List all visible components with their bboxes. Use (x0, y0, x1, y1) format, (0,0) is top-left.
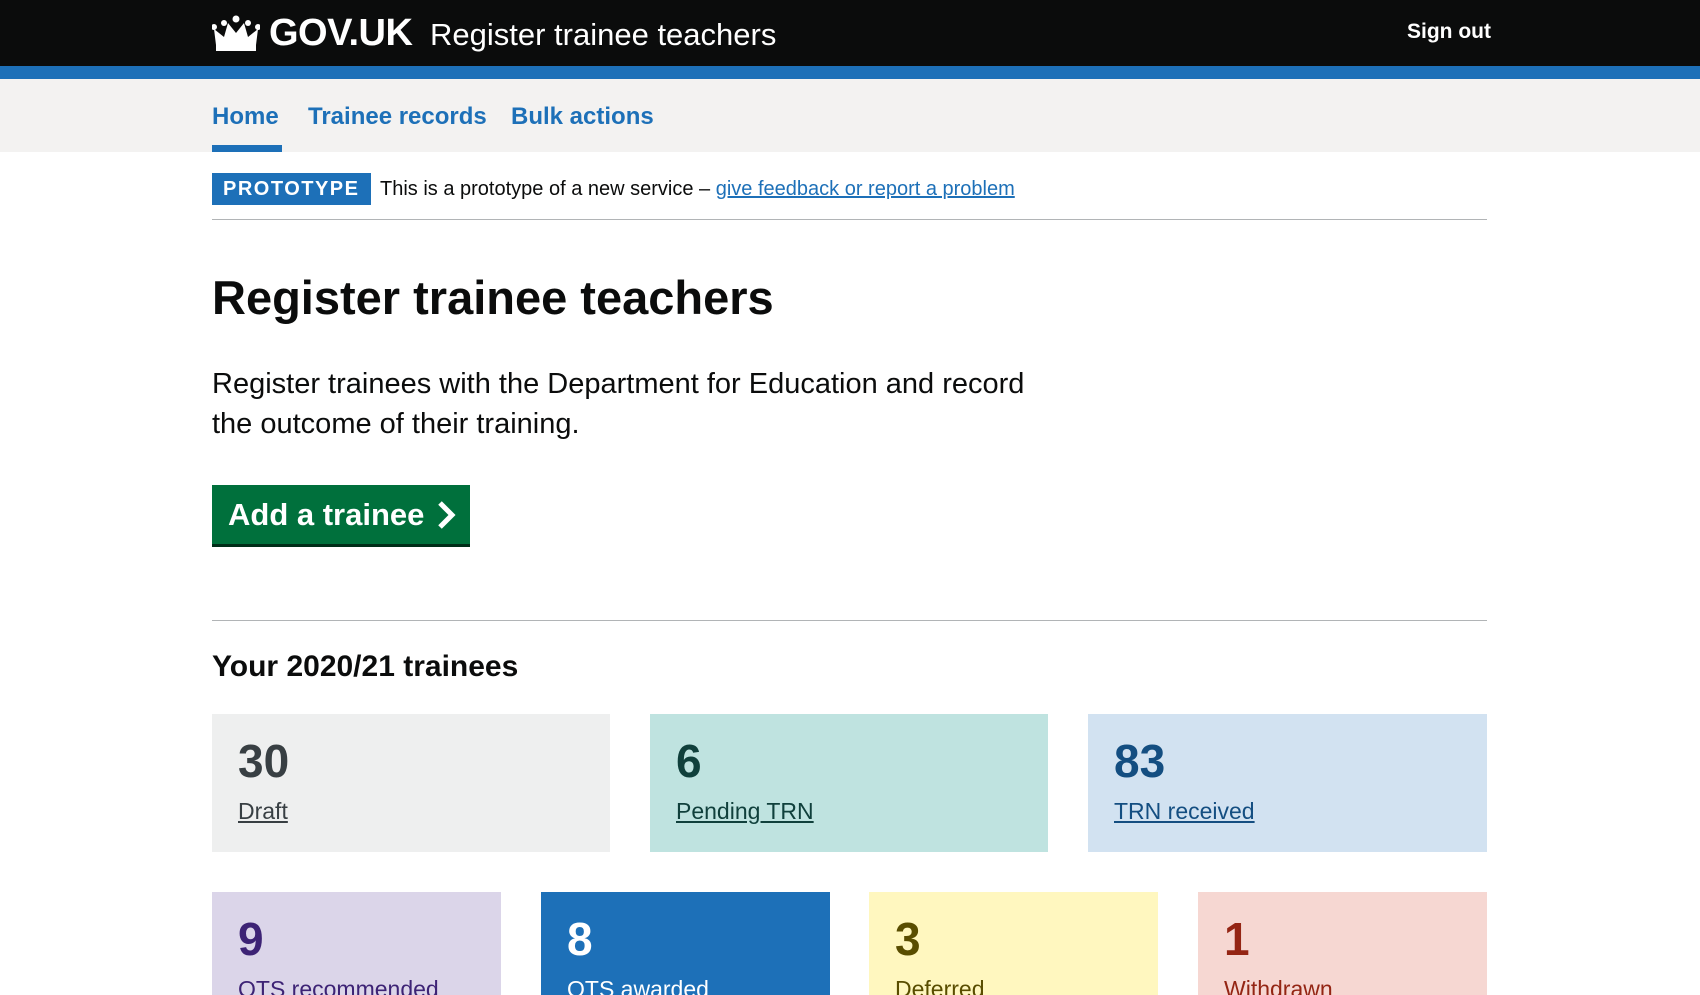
add-trainee-label: Add a trainee (228, 496, 425, 532)
status-card-withdrawn[interactable]: 1 Withdrawn (1198, 892, 1487, 995)
card-label[interactable]: Draft (238, 798, 288, 825)
govuk-logo[interactable]: GOV.UK (212, 12, 413, 55)
card-label[interactable]: QTS recommended (238, 976, 439, 995)
card-label[interactable]: Deferred (895, 976, 984, 995)
feedback-link[interactable]: give feedback or report a problem (716, 178, 1015, 200)
page-title: Register trainee teachers (212, 271, 774, 324)
section-break (212, 620, 1487, 621)
sign-out-link[interactable]: Sign out (1407, 20, 1491, 44)
card-count: 1 (1224, 913, 1250, 965)
card-label[interactable]: Withdrawn (1224, 976, 1333, 995)
nav-item-home[interactable]: Home (212, 103, 279, 131)
card-count: 83 (1114, 735, 1166, 787)
card-count: 3 (895, 913, 921, 965)
card-label[interactable]: Pending TRN (676, 798, 814, 825)
primary-navigation: Home Trainee records Bulk actions (0, 79, 1700, 152)
nav-item-bulk-actions[interactable]: Bulk actions (511, 103, 654, 131)
header: GOV.UK Register trainee teachers Sign ou… (0, 0, 1700, 66)
phase-tag: PROTOTYPE (212, 173, 371, 205)
nav-active-indicator (212, 145, 282, 152)
phase-message: This is a prototype of a new service – (380, 178, 716, 200)
card-count: 8 (567, 913, 593, 965)
phase-text: This is a prototype of a new service – g… (380, 178, 1015, 201)
section-title: Your 2020/21 trainees (212, 650, 519, 683)
card-count: 30 (238, 735, 290, 787)
status-card-qts-recommended[interactable]: 9 QTS recommended (212, 892, 501, 995)
nav-item-trainee-records[interactable]: Trainee records (308, 103, 487, 131)
crown-icon (212, 15, 260, 51)
lead-paragraph: Register trainees with the Department fo… (212, 368, 1025, 440)
header-blue-bar (0, 66, 1700, 79)
logo-text: GOV.UK (269, 12, 413, 54)
card-count: 6 (676, 735, 702, 787)
status-card-trn-received[interactable]: 83 TRN received (1088, 714, 1487, 852)
status-card-deferred[interactable]: 3 Deferred (869, 892, 1158, 995)
card-label[interactable]: TRN received (1114, 798, 1255, 825)
service-name-link[interactable]: Register trainee teachers (430, 17, 776, 53)
status-card-draft[interactable]: 30 Draft (212, 714, 610, 852)
chevron-right-icon (438, 500, 456, 529)
card-label[interactable]: QTS awarded (567, 976, 709, 995)
card-count: 9 (238, 913, 264, 965)
status-card-qts-awarded[interactable]: 8 QTS awarded (541, 892, 830, 995)
add-trainee-button[interactable]: Add a trainee (212, 485, 470, 544)
phase-banner: PROTOTYPE This is a prototype of a new s… (212, 173, 1487, 220)
status-card-pending-trn[interactable]: 6 Pending TRN (650, 714, 1048, 852)
